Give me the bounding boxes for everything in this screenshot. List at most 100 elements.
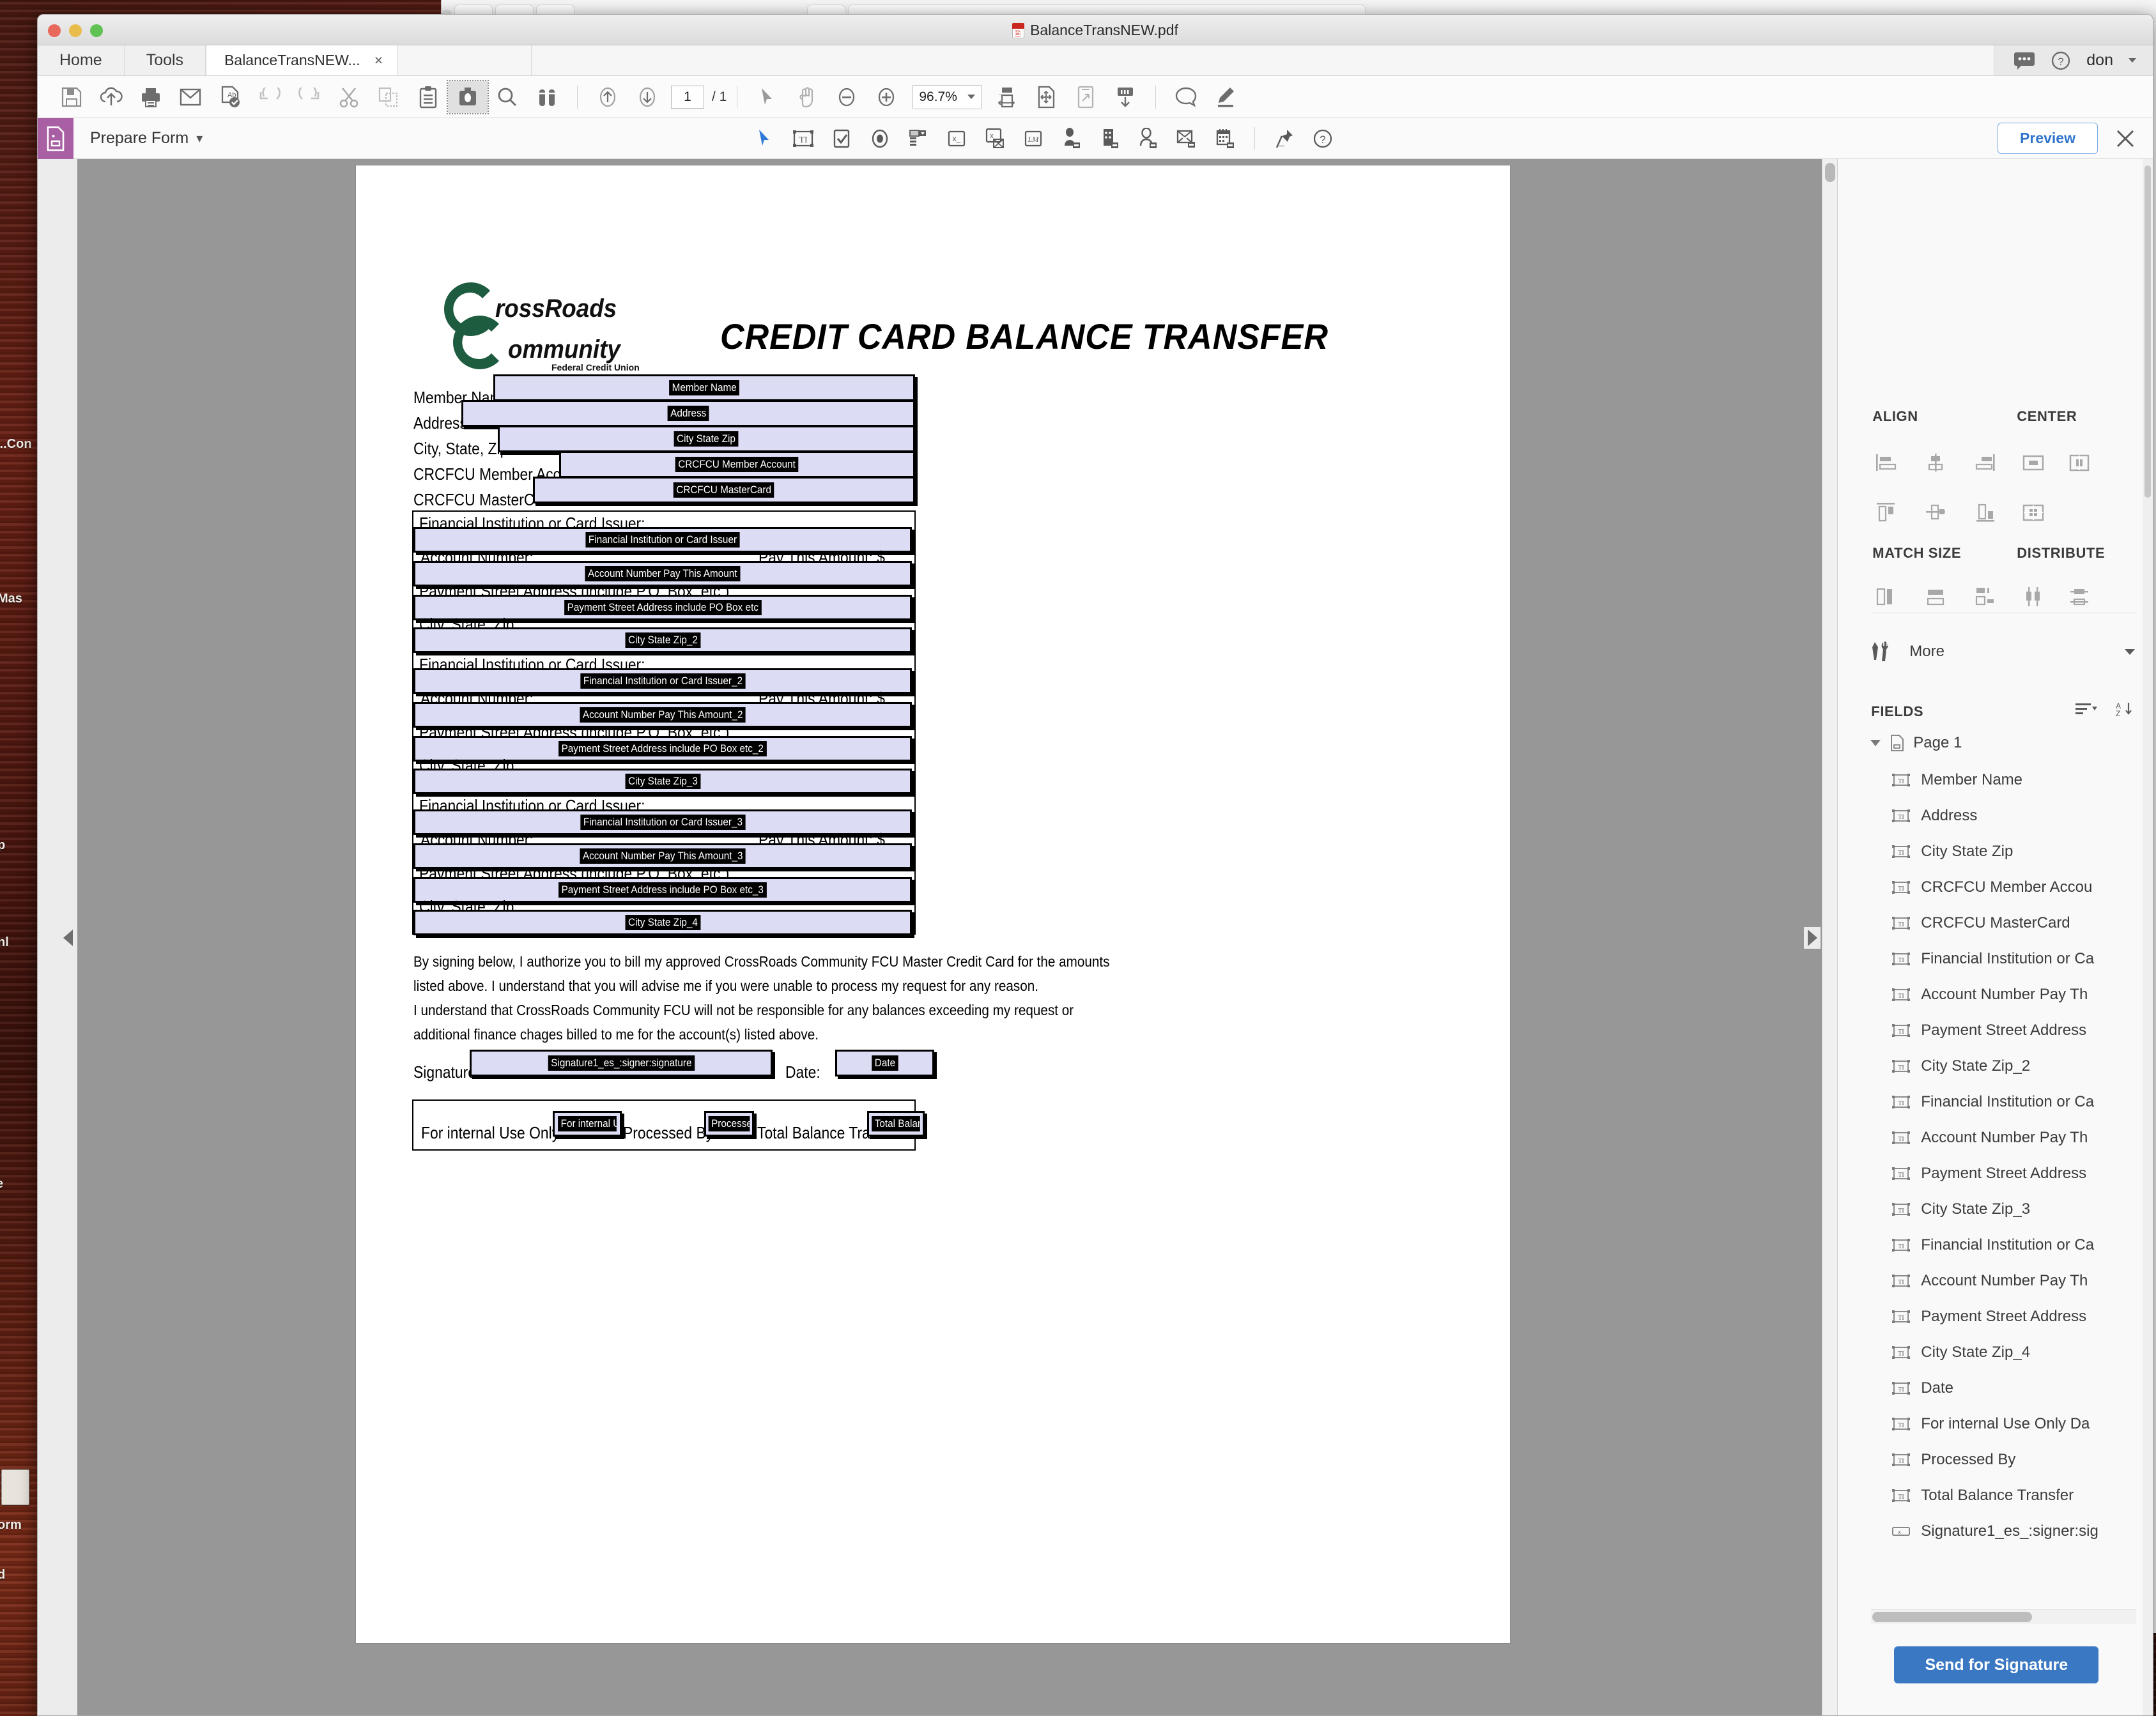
- field-list-item[interactable]: TI CRCFCU Member Accou: [1891, 869, 2140, 905]
- select-tool-icon[interactable]: [748, 81, 787, 113]
- field-list-item[interactable]: x_ Signature1_es_:signer:sig: [1891, 1513, 2140, 1549]
- field-list-item[interactable]: TI Financial Institution or Ca: [1891, 1084, 2140, 1120]
- block-city-state-zip-field[interactable]: City State Zip_4: [413, 910, 912, 935]
- chevron-down-icon[interactable]: [2129, 58, 2136, 63]
- center-both-icon[interactable]: [2019, 498, 2048, 527]
- center-horizontally-icon[interactable]: [2019, 448, 2048, 477]
- prepare-form-menu[interactable]: Prepare Form ▾: [90, 129, 203, 148]
- match-width-icon[interactable]: [1921, 582, 1950, 611]
- redo-icon[interactable]: [289, 81, 329, 113]
- field-list-item[interactable]: TI Date: [1891, 1370, 2140, 1406]
- add-email-icon[interactable]: [1167, 122, 1206, 155]
- field-list-item[interactable]: TI Financial Institution or Ca: [1891, 1227, 2140, 1263]
- send-for-signature-button[interactable]: Send for Signature: [1894, 1646, 2099, 1683]
- align-bottom-icon[interactable]: [1971, 498, 2000, 527]
- field-list-item[interactable]: TI Payment Street Address: [1891, 1156, 2140, 1191]
- user-menu-label[interactable]: don: [2086, 51, 2113, 70]
- full-screen-icon[interactable]: [1066, 81, 1105, 113]
- list-box-icon[interactable]: x_: [937, 122, 976, 155]
- field-list-item[interactable]: TI Member Name: [1891, 762, 2140, 798]
- previous-page-icon[interactable]: [588, 81, 628, 113]
- certify-document-icon[interactable]: Ab: [210, 81, 250, 113]
- align-left-icon[interactable]: [1871, 448, 1900, 477]
- undo-icon[interactable]: [250, 81, 289, 113]
- copy-icon[interactable]: [369, 81, 408, 113]
- fields-page-node[interactable]: Page 1: [1870, 734, 1962, 752]
- tab-document[interactable]: BalanceTransNEW... ×: [206, 45, 398, 75]
- field-list-item[interactable]: TI Address: [1891, 798, 2140, 834]
- save-icon[interactable]: [52, 81, 91, 113]
- expand-left-panel-button[interactable]: [59, 927, 76, 949]
- field-list-item[interactable]: TI Payment Street Address: [1891, 1299, 2140, 1335]
- pdf-viewer[interactable]: rossRoads ommunity Federal Credit Union …: [38, 159, 1838, 1715]
- align-center-horizontal-icon[interactable]: [1921, 448, 1950, 477]
- align-top-icon[interactable]: [1871, 498, 1900, 527]
- field-list-item[interactable]: TI Financial Institution or Ca: [1891, 941, 2140, 977]
- search-icon[interactable]: [488, 81, 527, 113]
- field-list-item[interactable]: TI City State Zip_4: [1891, 1335, 2140, 1370]
- help-icon[interactable]: ?: [1304, 122, 1342, 155]
- field-list-item[interactable]: TI Payment Street Address: [1891, 1013, 2140, 1048]
- address-field[interactable]: Address: [461, 400, 915, 427]
- zoom-in-icon[interactable]: [866, 81, 906, 113]
- total-balance-transfer-field[interactable]: Total Balance Tr: [867, 1111, 925, 1137]
- fields-horizontal-scrollbar[interactable]: [1871, 1609, 2136, 1623]
- field-list-item[interactable]: TI CRCFCU MasterCard: [1891, 905, 2140, 941]
- radio-button-icon[interactable]: [861, 122, 899, 155]
- field-list-item[interactable]: TI Account Number Pay Th: [1891, 977, 2140, 1013]
- block-city-state-zip-field[interactable]: City State Zip_3: [413, 769, 912, 794]
- add-company-icon[interactable]: [1091, 122, 1129, 155]
- snapshot-icon[interactable]: [447, 79, 489, 114]
- paste-icon[interactable]: [408, 81, 448, 113]
- collapse-right-panel-button[interactable]: [1804, 927, 1821, 949]
- help-icon[interactable]: ?: [2051, 50, 2071, 71]
- zoom-level-select[interactable]: 96.7%: [912, 84, 982, 109]
- city-state-zip-field[interactable]: City State Zip: [498, 425, 915, 452]
- list-box-lm-icon[interactable]: LM: [1014, 122, 1052, 155]
- hand-tool-icon[interactable]: [787, 81, 827, 113]
- more-tools-row[interactable]: More: [1871, 637, 2136, 666]
- fit-page-icon[interactable]: [1026, 81, 1066, 113]
- field-list-item[interactable]: TI Account Number Pay Th: [1891, 1263, 2140, 1299]
- compare-icon[interactable]: [527, 81, 567, 113]
- match-height-icon[interactable]: [1871, 582, 1900, 611]
- print-icon[interactable]: [131, 81, 171, 113]
- button-icon[interactable]: x_: [976, 122, 1014, 155]
- field-list-item[interactable]: TI For internal Use Only Da: [1891, 1406, 2140, 1442]
- fields-horizontal-scrollbar-thumb[interactable]: [1872, 1612, 2033, 1622]
- internal-use-date-field[interactable]: For internal Use O: [553, 1111, 622, 1137]
- right-panel-scrollbar[interactable]: [2143, 159, 2153, 1715]
- highlight-icon[interactable]: [1206, 81, 1245, 113]
- close-prepare-form-icon[interactable]: [2114, 128, 2136, 149]
- right-panel-scrollbar-thumb[interactable]: [2144, 165, 2151, 498]
- viewer-scrollbar-thumb[interactable]: [1825, 163, 1836, 182]
- comment-bubble-icon[interactable]: [2014, 52, 2035, 70]
- tab-tools[interactable]: Tools: [124, 45, 206, 75]
- select-object-icon[interactable]: [746, 122, 784, 155]
- member-name-field[interactable]: Member Name: [493, 374, 915, 401]
- distribute-vertically-icon[interactable]: [2019, 582, 2048, 611]
- add-date-icon[interactable]: [1206, 122, 1244, 155]
- distribute-horizontally-icon[interactable]: [2065, 582, 2094, 611]
- center-vertically-icon[interactable]: [2065, 448, 2094, 477]
- form-fields-list[interactable]: TI Member Name TI Address TI City State Zip TI…: [1891, 762, 2140, 1549]
- cut-icon[interactable]: [329, 81, 369, 113]
- processed-by-field[interactable]: Processed: [704, 1111, 754, 1137]
- preview-button[interactable]: Preview: [1998, 123, 2098, 154]
- scroll-to-bottom-icon[interactable]: [1105, 81, 1145, 113]
- fit-width-icon[interactable]: [987, 81, 1026, 113]
- signature-field[interactable]: Signature1_es_:signer:signature: [470, 1050, 773, 1076]
- crcfcu-mastercard-field[interactable]: CRCFCU MasterCard: [533, 477, 915, 503]
- desktop-file-thumbnail[interactable]: [1, 1469, 29, 1505]
- field-list-item[interactable]: TI City State Zip: [1891, 834, 2140, 869]
- signature-date-field[interactable]: Date: [835, 1050, 934, 1076]
- field-list-item[interactable]: TI City State Zip_2: [1891, 1048, 2140, 1084]
- field-list-item[interactable]: TI Processed By: [1891, 1442, 2140, 1478]
- dropdown-icon[interactable]: [899, 122, 937, 155]
- field-list-item[interactable]: TI Total Balance Transfer: [1891, 1478, 2140, 1513]
- page-number-input[interactable]: 1: [671, 85, 704, 109]
- checkbox-icon[interactable]: [822, 122, 861, 155]
- email-icon[interactable]: [171, 81, 210, 113]
- close-tab-icon[interactable]: ×: [374, 52, 383, 69]
- add-signer-icon[interactable]: [1129, 122, 1167, 155]
